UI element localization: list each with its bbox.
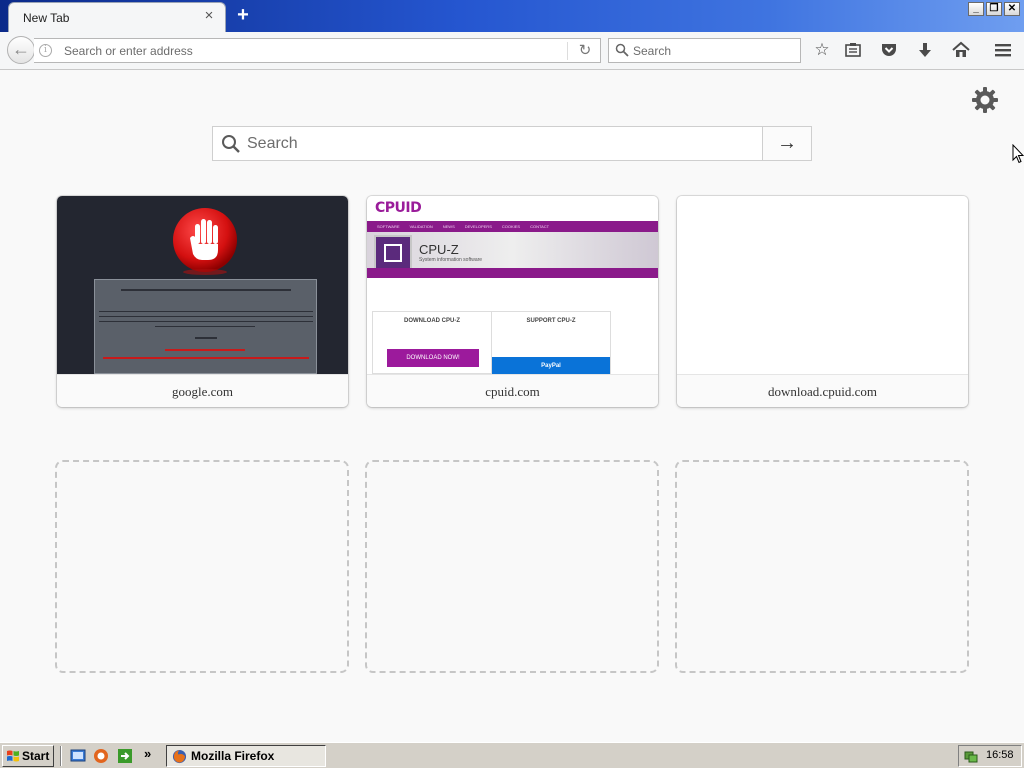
download-now-button: DOWNLOAD NOW!: [387, 349, 479, 367]
paypal-button: PayPal: [492, 357, 610, 374]
search-icon: [222, 135, 240, 153]
tile-thumbnail: CPUID SOFTWARE VALIDATION NEWS DEVELOPERS CO…: [367, 196, 658, 374]
tab-title: New Tab: [23, 11, 70, 25]
newtab-search-input[interactable]: [247, 133, 757, 155]
start-button[interactable]: Start: [2, 745, 54, 767]
support-heading: SUPPORT CPU-Z: [526, 318, 576, 324]
network-tray-icon[interactable]: [963, 748, 979, 764]
cpuz-subtitle: System information software: [419, 257, 483, 263]
tab-close-icon[interactable]: ×: [202, 8, 216, 23]
quicklaunch-separator: [60, 746, 62, 766]
cpuid-nav-item: DEVELOPERS: [464, 224, 492, 229]
info-icon[interactable]: i: [39, 44, 52, 57]
cpuz-chip-icon: [374, 235, 412, 271]
menu-icon[interactable]: [993, 40, 1013, 60]
cpuid-nav-item: CONTACT: [530, 224, 550, 229]
tile-title: download.cpuid.com: [677, 374, 968, 407]
download-box: DOWNLOAD CPU-Z DOWNLOAD NOW!: [372, 311, 492, 374]
top-site-tile[interactable]: google.com: [57, 196, 348, 407]
reading-list-icon[interactable]: [843, 40, 863, 60]
address-input[interactable]: [64, 42, 554, 60]
back-button[interactable]: ←: [7, 36, 35, 64]
tile-title: cpuid.com: [367, 374, 658, 407]
restore-button[interactable]: ❐: [986, 2, 1002, 16]
cpuid-nav-bar: SOFTWARE VALIDATION NEWS DEVELOPERS COOKIES C…: [367, 221, 658, 232]
tile-thumbnail: [57, 196, 348, 374]
cpuz-title: CPU-Z: [419, 242, 459, 257]
cpuid-logo-text: CPUID: [375, 200, 422, 216]
tile-title: google.com: [57, 374, 348, 407]
windows-logo-icon: [7, 750, 19, 762]
newtab-search-box[interactable]: →: [212, 126, 812, 161]
address-bar[interactable]: i ↻: [34, 38, 601, 63]
browser-quicklaunch-icon[interactable]: [93, 748, 109, 764]
empty-tile-slot: [55, 460, 349, 673]
empty-tile-slot: [365, 460, 659, 673]
minimize-button[interactable]: _: [968, 2, 984, 16]
title-bar: New Tab × + _ ❐ ✕: [0, 0, 1024, 32]
taskbar-firefox-button[interactable]: Mozilla Firefox: [166, 745, 326, 767]
stop-hand-icon: [173, 208, 237, 275]
reload-icon[interactable]: ↻: [576, 42, 594, 60]
cpuid-nav-item: VALIDATION: [409, 224, 433, 229]
back-icon: ←: [12, 39, 30, 59]
bookmark-star-icon[interactable]: ☆: [812, 40, 832, 60]
new-tab-button[interactable]: +: [234, 5, 252, 25]
cpuz-subnav: [367, 268, 658, 278]
system-tray: 16:58: [958, 745, 1022, 767]
quicklaunch-more-button[interactable]: »: [144, 746, 151, 761]
empty-tile-slot: [675, 460, 969, 673]
download-heading: DOWNLOAD CPU-Z: [404, 318, 460, 324]
search-go-button[interactable]: →: [762, 127, 811, 160]
window-controls: _ ❐ ✕: [968, 2, 1020, 16]
tile-thumbnail: [677, 196, 968, 374]
taskbar: Start » Mozilla Firefox 16:58: [0, 742, 1024, 768]
search-icon: [615, 43, 629, 57]
search-input[interactable]: [633, 42, 793, 60]
pocket-icon[interactable]: [879, 40, 899, 60]
media-quicklaunch-icon[interactable]: [117, 748, 133, 764]
blocked-warning-panel: [94, 279, 317, 374]
close-window-button[interactable]: ✕: [1004, 2, 1020, 16]
top-site-tile[interactable]: CPUID SOFTWARE VALIDATION NEWS DEVELOPERS CO…: [367, 196, 658, 407]
cpuid-nav-item: COOKIES: [501, 224, 521, 229]
cpuid-nav-item: NEWS: [442, 224, 455, 229]
top-site-tile[interactable]: download.cpuid.com: [677, 196, 968, 407]
start-label: Start: [22, 749, 50, 763]
search-bar[interactable]: [608, 38, 801, 63]
cpuid-nav-item: SOFTWARE: [377, 224, 400, 229]
home-icon[interactable]: [951, 40, 971, 60]
tab-new-tab[interactable]: New Tab ×: [8, 2, 226, 32]
mouse-cursor-icon: [1012, 144, 1024, 164]
reload-separator: [567, 42, 568, 60]
download-icon[interactable]: [915, 40, 935, 60]
new-tab-page: →: [0, 71, 1024, 741]
taskbar-firefox-label: Mozilla Firefox: [191, 749, 275, 763]
gear-icon[interactable]: [971, 86, 999, 114]
firefox-icon: [172, 749, 187, 764]
clock: 16:58: [986, 749, 1014, 761]
navigation-toolbar: ← i ↻ ☆: [0, 32, 1024, 70]
support-box: SUPPORT CPU-Z PayPal: [491, 311, 611, 374]
show-desktop-icon[interactable]: [70, 748, 86, 764]
